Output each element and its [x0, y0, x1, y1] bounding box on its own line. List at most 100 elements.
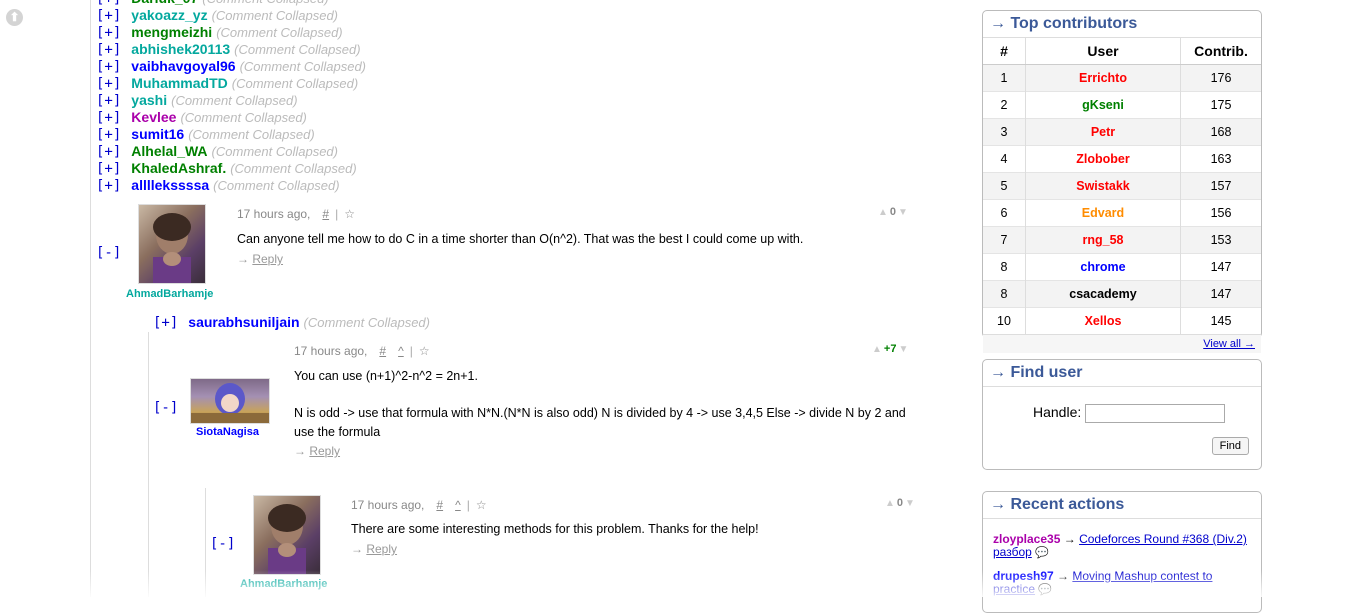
collapsed-comment: [+] MuhammadTD (Comment Collapsed) [96, 75, 366, 92]
reply-link[interactable]: → Reply [294, 444, 340, 458]
user-cell[interactable]: Swistakk [1025, 172, 1181, 200]
username-link[interactable]: yakoazz_yz [131, 7, 207, 23]
rank-cell: 5 [983, 172, 1026, 200]
username-link[interactable]: sumit16 [131, 126, 184, 142]
username-link[interactable]: MuhammadTD [131, 75, 227, 91]
collapse-toggle[interactable]: [-] [96, 245, 121, 261]
rank-cell: 2 [983, 91, 1026, 119]
recent-user[interactable]: zloyplace35 [993, 532, 1060, 546]
username-link[interactable]: abhishek20113 [131, 41, 230, 57]
vote-down-icon[interactable]: ▼ [898, 344, 908, 355]
collapsed-label: (Comment Collapsed) [303, 315, 430, 330]
rank-cell: 6 [983, 199, 1026, 227]
rank-cell: 8 [983, 253, 1026, 281]
contributor-row: 10 Xellos 145 [983, 307, 1261, 334]
expand-toggle[interactable]: [+] [96, 178, 121, 194]
scroll-top-icon[interactable]: ⬆ [6, 9, 23, 26]
expand-toggle[interactable]: [+] [96, 59, 121, 75]
permalink[interactable]: # [379, 344, 386, 358]
vote-up-icon[interactable]: ▲ [872, 344, 882, 355]
comment-time: 17 hours ago, [237, 207, 311, 221]
star-icon[interactable]: ☆ [344, 207, 355, 221]
user-cell[interactable]: Edvard [1025, 199, 1181, 227]
collapsed-comment: [+] sumit16 (Comment Collapsed) [96, 126, 366, 143]
user-cell[interactable]: rng_58 [1025, 226, 1181, 254]
collapse-toggle[interactable]: [-] [153, 400, 178, 416]
avatar-image [153, 213, 191, 283]
avatar-username[interactable]: AhmadBarhamje [240, 578, 327, 590]
star-icon[interactable]: ☆ [476, 498, 487, 512]
username-link[interactable]: yashi [131, 92, 167, 108]
comment-time: 17 hours ago, [351, 498, 425, 512]
vote-count: 0 [896, 497, 904, 509]
collapsed-label: (Comment Collapsed) [234, 42, 361, 57]
collapse-toggle[interactable]: [-] [210, 536, 235, 552]
parent-link[interactable]: ^ [455, 498, 461, 512]
collapsed-comment: [+] abhishek20113 (Comment Collapsed) [96, 41, 366, 58]
user-cell[interactable]: csacademy [1025, 280, 1181, 308]
vote-up-icon[interactable]: ▲ [885, 498, 895, 509]
permalink[interactable]: # [436, 498, 443, 512]
recent-user[interactable]: drupesh97 [993, 569, 1054, 583]
reply-link[interactable]: → Reply [237, 252, 283, 266]
username-link[interactable]: Kevlee [131, 109, 176, 125]
avatar[interactable] [253, 495, 321, 575]
user-cell[interactable]: Errichto [1025, 64, 1181, 92]
user-cell[interactable]: Xellos [1025, 307, 1181, 334]
avatar-username[interactable]: AhmadBarhamje [126, 288, 213, 300]
comment-text: There are some interesting methods for t… [351, 522, 759, 536]
handle-input[interactable] [1085, 404, 1226, 423]
user-cell[interactable]: Zlobober [1025, 145, 1181, 173]
user-cell[interactable]: chrome [1025, 253, 1181, 281]
contributor-row: 3 Petr 168 [983, 118, 1261, 146]
arrow-icon: → [1057, 569, 1070, 583]
avatar[interactable] [138, 204, 206, 284]
expand-toggle[interactable]: [+] [96, 127, 121, 143]
expand-toggle[interactable]: [+] [96, 25, 121, 41]
expand-toggle[interactable]: [+] [96, 42, 121, 58]
reply-link[interactable]: → Reply [351, 542, 397, 556]
contrib-cell: 147 [1180, 253, 1261, 281]
expand-toggle[interactable]: [+] [96, 161, 121, 177]
expand-toggle[interactable]: [+] [96, 144, 121, 160]
collapsed-label: (Comment Collapsed) [180, 110, 307, 125]
star-icon[interactable]: ☆ [419, 344, 430, 358]
parent-link[interactable]: ^ [398, 344, 404, 358]
vote-up-icon[interactable]: ▲ [878, 207, 888, 218]
comment-text: You can use (n+1)^2-n^2 = 2n+1. [294, 369, 478, 383]
handle-label: Handle: [1033, 404, 1082, 421]
permalink[interactable]: # [322, 207, 329, 221]
expand-toggle[interactable]: [+] [153, 315, 178, 331]
username-link[interactable]: mengmeizhi [131, 24, 212, 40]
comment-bubble-icon: 💬 [1038, 584, 1053, 596]
find-button[interactable]: Find [1211, 437, 1249, 455]
vote-widget: ▲ 0 ▼ [885, 497, 915, 509]
avatar-username[interactable]: SiotaNagisa [196, 426, 259, 438]
avatar[interactable] [190, 378, 270, 424]
box-title: → Top contributors [983, 11, 1261, 38]
view-all-link[interactable]: View all → [1203, 338, 1255, 350]
expand-toggle[interactable]: [+] [96, 76, 121, 92]
col-rank: # [983, 38, 1026, 65]
collapsed-label: (Comment Collapsed) [239, 59, 367, 74]
username-link[interactable]: saurabhsuniljain [188, 314, 299, 330]
contributor-row: 1 Errichto 176 [983, 64, 1261, 92]
vote-down-icon[interactable]: ▼ [898, 207, 908, 218]
user-cell[interactable]: Petr [1025, 118, 1181, 146]
expand-toggle[interactable]: [+] [96, 0, 121, 7]
username-link[interactable]: allllekssssa [131, 177, 209, 193]
comment-time: 17 hours ago, [294, 344, 368, 358]
vote-down-icon[interactable]: ▼ [905, 498, 915, 509]
username-link[interactable]: KhaledAshraf. [131, 160, 226, 176]
contrib-cell: 176 [1180, 64, 1261, 92]
expand-toggle[interactable]: [+] [96, 110, 121, 126]
username-link[interactable]: Alhelal_WA [131, 143, 207, 159]
contrib-cell: 157 [1180, 172, 1261, 200]
rank-cell: 7 [983, 226, 1026, 254]
expand-toggle[interactable]: [+] [96, 93, 121, 109]
username-link[interactable]: vaibhavgoyal96 [131, 58, 235, 74]
username-link[interactable]: Dariuk_07 [131, 0, 198, 6]
user-cell[interactable]: gKseni [1025, 91, 1181, 119]
contributor-row: 7 rng_58 153 [983, 226, 1261, 254]
expand-toggle[interactable]: [+] [96, 8, 121, 24]
